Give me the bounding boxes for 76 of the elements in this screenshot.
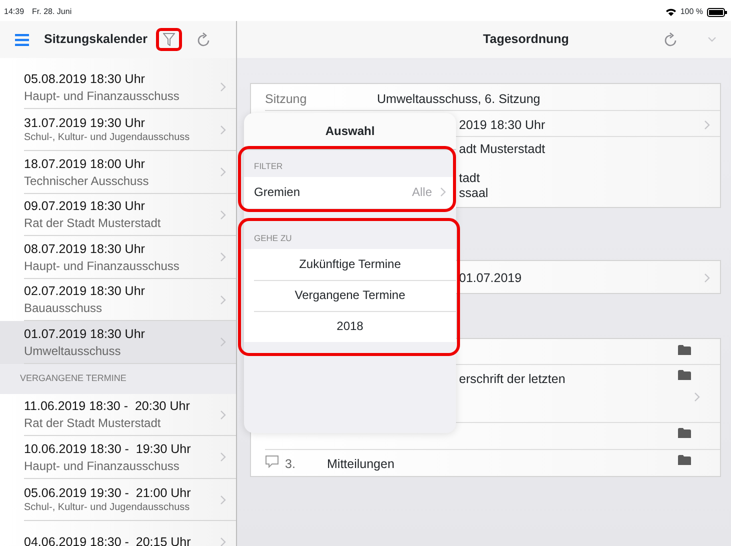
agenda-number: 3.	[285, 456, 296, 473]
committee-name: Bauausschuss	[24, 300, 104, 316]
refresh-icon	[196, 32, 210, 48]
agenda-title: erschrift der letzten	[459, 371, 566, 388]
status-time: 14:39	[4, 6, 24, 18]
committee-name: Umweltausschuss	[24, 342, 122, 359]
meeting-list-item[interactable]: 09.07.2019 18:30 Uhr Rat der Stadt Musterstadt	[0, 194, 236, 236]
meeting-date: 09.07.2019 18:30 Uhr	[24, 198, 146, 216]
field-value: adt Musterstadt	[459, 142, 546, 157]
meeting-list-item[interactable]: 10.06.2019 18:30 - 19:30 Uhr Haupt- und Finanzausschuss	[0, 436, 236, 478]
meeting-date: 05.08.2019 18:30 Uhr	[24, 70, 146, 88]
field-value: 01.07.2019	[459, 271, 522, 285]
chevron-icon	[220, 494, 226, 505]
meeting-list-item[interactable]: 31.07.2019 19:30 Uhr Schul-, Kultur- und Jugendausschuss	[0, 108, 236, 151]
meeting-date: 05.06.2019 19:30 - 21:00 Uhr	[24, 484, 192, 502]
meeting-list-item[interactable]: 18.07.2019 18:00 Uhr Technischer Ausschuss	[0, 151, 236, 194]
chevron-icon	[440, 187, 446, 198]
filter-icon	[162, 33, 174, 46]
popover-title: Auswahl	[244, 113, 456, 150]
field-value: ssaal	[459, 186, 490, 201]
meeting-list-item[interactable]: 11.06.2019 18:30 - 20:30 Uhr Rat der Stadt Musterstadt	[0, 394, 236, 436]
chevron-icon	[220, 410, 226, 420]
chevron-icon	[220, 82, 226, 92]
committee-name: Haupt- und Finanzausschuss	[24, 258, 180, 274]
meeting-date: 04.06.2019 18:30 - 20:15 Uhr	[24, 534, 192, 546]
field-value: Umweltausschuss, 6. Sitzung	[377, 92, 540, 106]
committee-name: Rat der Stadt Musterstadt	[24, 215, 162, 232]
committee-name: Rat der Stadt Musterstadt	[24, 415, 162, 432]
wifi-icon	[666, 8, 676, 16]
meeting-date: 01.07.2019 18:30 Uhr	[24, 326, 146, 343]
committee-name: Haupt- und Finanzausschuss	[24, 88, 180, 104]
meeting-list-item[interactable]: 01.07.2019 18:30 Uhr Umweltausschuss	[0, 321, 236, 364]
meeting-list-item[interactable]: 05.08.2019 18:30 Uhr Haupt- und Finanzausschuss	[0, 66, 236, 108]
meeting-date: 08.07.2019 18:30 Uhr	[24, 240, 146, 258]
meeting-list-item[interactable]: 08.07.2019 18:30 Uhr Haupt- und Finanzausschuss	[0, 236, 236, 278]
chevron-icon	[220, 252, 226, 262]
committee-name: Schul-, Kultur- und Jugendausschuss	[24, 131, 191, 145]
meeting-date: 10.06.2019 18:30 - 19:30 Uhr	[24, 440, 192, 458]
chevron-icon	[220, 294, 226, 305]
row-label: Gremien	[254, 184, 302, 202]
chevron-icon	[220, 537, 226, 546]
meeting-date: 31.07.2019 19:30 Uhr	[24, 114, 146, 132]
goto-option[interactable]: 2018	[244, 310, 456, 342]
page-title: Tagesordnung	[483, 31, 569, 48]
meeting-list-item[interactable]: 02.07.2019 18:30 Uhr Bauausschuss	[0, 278, 236, 321]
agenda-title: Mitteilungen	[327, 456, 394, 473]
meeting-date: 18.07.2019 18:00 Uhr	[24, 156, 146, 173]
meeting-list-item[interactable]: 05.06.2019 19:30 - 21:00 Uhr Schul-, Kultur- und Jugendausschuss	[0, 478, 236, 521]
meeting-date: 11.06.2019 18:30 - 20:30 Uhr	[24, 398, 191, 416]
battery-percent: 100 %	[680, 6, 703, 18]
chevron-icon	[220, 452, 226, 462]
chevron-icon	[220, 167, 226, 178]
chevron-down-icon	[708, 37, 716, 42]
field-value: tadt	[459, 171, 481, 186]
refresh-icon	[664, 32, 678, 48]
row-value: Alle	[412, 184, 432, 202]
chevron-icon	[220, 337, 226, 348]
section-header: GEHE ZU	[253, 232, 293, 245]
battery-icon	[707, 8, 727, 16]
chevron-icon	[220, 124, 226, 135]
section-header: FILTER	[253, 160, 284, 173]
chevron-icon	[220, 210, 226, 220]
field-value: 2019 18:30 Uhr	[459, 118, 546, 132]
filter-button[interactable]	[156, 28, 182, 51]
gremien-row[interactable]: Gremien Alle	[244, 176, 456, 208]
status-date: Fr. 28. Juni	[32, 6, 72, 18]
committee-name: Technischer Ausschuss	[24, 172, 150, 189]
meeting-date: 02.07.2019 18:30 Uhr	[24, 283, 146, 300]
committee-name: Schul-, Kultur- und Jugendausschuss	[24, 501, 191, 515]
field-label: Sitzung	[265, 91, 308, 108]
menu-icon	[15, 34, 29, 46]
goto-option[interactable]: Vergangene Termine	[244, 280, 456, 310]
goto-option[interactable]: Zukünftige Termine	[244, 248, 456, 280]
section-header: VERGANGENE TERMINE	[0, 364, 236, 394]
committee-name: Haupt- und Finanzausschuss	[24, 458, 180, 474]
sidebar-title: Sitzungskalender	[44, 31, 148, 48]
